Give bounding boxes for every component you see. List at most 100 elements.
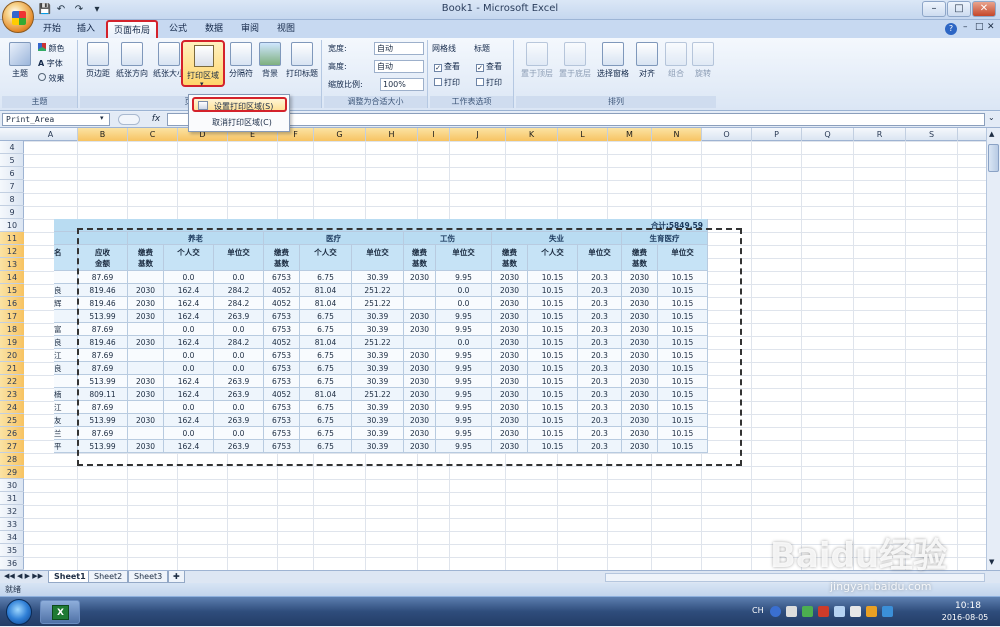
table-cell[interactable]: 10.15 xyxy=(528,323,578,336)
row-header[interactable]: 15 xyxy=(0,284,24,297)
table-cell[interactable]: 2030 xyxy=(622,323,658,336)
row-header[interactable]: 24 xyxy=(0,401,24,414)
column-header[interactable]: Q xyxy=(802,128,854,141)
insert-function-button[interactable]: fx xyxy=(148,113,164,126)
table-cell[interactable]: 10.15 xyxy=(528,362,578,375)
table-cell[interactable]: 4052 xyxy=(264,336,300,349)
table-cell[interactable]: 284.2 xyxy=(214,297,264,310)
insert-sheet-icon[interactable]: ✚ xyxy=(168,571,185,583)
table-group-header[interactable]: 工伤 xyxy=(404,232,492,245)
table-cell[interactable]: 6.75 xyxy=(300,401,352,414)
table-sub-header[interactable]: 缴费 基数 xyxy=(404,245,436,271)
row-header[interactable]: 7 xyxy=(0,180,24,193)
table-cell[interactable]: 6753 xyxy=(264,349,300,362)
table-cell[interactable]: 9.95 xyxy=(436,349,492,362)
table-cell[interactable]: 0.0 xyxy=(436,336,492,349)
table-cell[interactable]: 30.39 xyxy=(352,310,404,323)
table-cell[interactable]: 30.39 xyxy=(352,414,404,427)
row-header[interactable]: 4 xyxy=(0,141,24,154)
row-header[interactable]: 33 xyxy=(0,518,24,531)
table-cell[interactable]: 10.15 xyxy=(658,362,708,375)
table-cell[interactable]: 2030 xyxy=(404,349,436,362)
column-header[interactable]: G xyxy=(314,128,366,141)
scroll-down-icon[interactable]: ▼ xyxy=(989,558,994,566)
table-cell[interactable]: 263.9 xyxy=(214,414,264,427)
row-header[interactable]: 16 xyxy=(0,297,24,310)
tab-data[interactable]: 数据 xyxy=(200,20,228,38)
table-cell[interactable] xyxy=(128,271,164,284)
table-cell[interactable]: 2030 xyxy=(492,310,528,323)
row-header[interactable]: 34 xyxy=(0,531,24,544)
width-dropdown[interactable]: 自动 xyxy=(374,42,424,55)
table-cell[interactable]: 10.15 xyxy=(658,388,708,401)
table-cell[interactable]: 6.75 xyxy=(300,375,352,388)
help-icon[interactable]: ? xyxy=(945,23,957,35)
table-cell[interactable]: 284.2 xyxy=(214,336,264,349)
redo-icon[interactable]: ↷ xyxy=(72,3,86,17)
table-sub-header[interactable]: 单位交 xyxy=(352,245,404,271)
table-cell[interactable]: 10.15 xyxy=(528,310,578,323)
table-cell[interactable]: 162.4 xyxy=(164,388,214,401)
table-cell[interactable]: 10.15 xyxy=(528,336,578,349)
bring-front-button[interactable]: 置于顶层 xyxy=(518,42,556,92)
table-cell[interactable]: 263.9 xyxy=(214,375,264,388)
table-cell[interactable] xyxy=(54,310,78,323)
table-sub-header[interactable]: 缴费 基数 xyxy=(492,245,528,271)
row-header[interactable]: 19 xyxy=(0,336,24,349)
column-header[interactable]: J xyxy=(450,128,506,141)
table-cell[interactable]: 0.0 xyxy=(164,349,214,362)
table-cell[interactable]: 162.4 xyxy=(164,440,214,453)
name-box[interactable]: Print_Area xyxy=(2,113,110,126)
row-header[interactable]: 32 xyxy=(0,505,24,518)
table-cell[interactable]: 良 xyxy=(54,336,78,349)
table-cell[interactable]: 10.15 xyxy=(528,297,578,310)
background-button[interactable]: 背景 xyxy=(256,42,284,92)
table-cell[interactable]: 6753 xyxy=(264,362,300,375)
row-header[interactable]: 29 xyxy=(0,466,24,479)
table-cell[interactable]: 0.0 xyxy=(164,271,214,284)
table-cell[interactable]: 富 xyxy=(54,323,78,336)
table-cell[interactable]: 2030 xyxy=(128,440,164,453)
table-cell[interactable]: 6753 xyxy=(264,440,300,453)
row-header[interactable]: 30 xyxy=(0,479,24,492)
table-total[interactable]: 合计:5849.59 xyxy=(592,219,708,232)
table-cell[interactable]: 162.4 xyxy=(164,284,214,297)
breaks-button[interactable]: 分隔符 xyxy=(226,42,256,92)
vertical-scroll-thumb[interactable] xyxy=(988,144,999,172)
table-cell[interactable]: 6.75 xyxy=(300,349,352,362)
table-cell[interactable]: 2030 xyxy=(622,401,658,414)
table-cell[interactable]: 2030 xyxy=(622,336,658,349)
table-cell[interactable]: 87.69 xyxy=(78,401,128,414)
table-cell[interactable]: 0.0 xyxy=(164,362,214,375)
tray-icon-2[interactable] xyxy=(786,606,797,617)
table-cell[interactable]: 0.0 xyxy=(214,427,264,440)
theme-colors-button[interactable]: 颜色 xyxy=(38,42,65,56)
table-cell[interactable]: 2030 xyxy=(492,414,528,427)
table-cell[interactable]: 20.3 xyxy=(578,388,622,401)
themes-button[interactable]: 主题 xyxy=(4,42,36,92)
table-cell[interactable]: 2030 xyxy=(622,388,658,401)
table-cell[interactable]: 6.75 xyxy=(300,414,352,427)
table-cell[interactable] xyxy=(54,271,78,284)
scroll-up-icon[interactable]: ▲ xyxy=(989,130,994,138)
row-header[interactable]: 17 xyxy=(0,310,24,323)
row-header[interactable]: 25 xyxy=(0,414,24,427)
table-cell[interactable]: 6.75 xyxy=(300,362,352,375)
network-icon[interactable] xyxy=(834,606,845,617)
table-cell[interactable]: 平 xyxy=(54,440,78,453)
row-header[interactable]: 22 xyxy=(0,375,24,388)
table-cell[interactable]: 2030 xyxy=(492,297,528,310)
table-cell[interactable]: 0.0 xyxy=(214,401,264,414)
tab-page-layout[interactable]: 页面布局 xyxy=(106,20,158,38)
table-cell[interactable]: 284.2 xyxy=(214,284,264,297)
table-cell[interactable]: 819.46 xyxy=(78,297,128,310)
table-cell[interactable]: 10.15 xyxy=(658,401,708,414)
table-cell[interactable]: 20.3 xyxy=(578,362,622,375)
gridlines-view-checkbox[interactable]: ✓ 查看 xyxy=(434,60,460,74)
table-cell[interactable]: 2030 xyxy=(404,323,436,336)
orientation-button[interactable]: 纸张方向 xyxy=(114,42,150,92)
table-cell[interactable]: 2030 xyxy=(404,375,436,388)
table-cell[interactable]: 10.15 xyxy=(658,310,708,323)
table-cell[interactable]: 2030 xyxy=(622,414,658,427)
office-button[interactable] xyxy=(2,1,34,33)
